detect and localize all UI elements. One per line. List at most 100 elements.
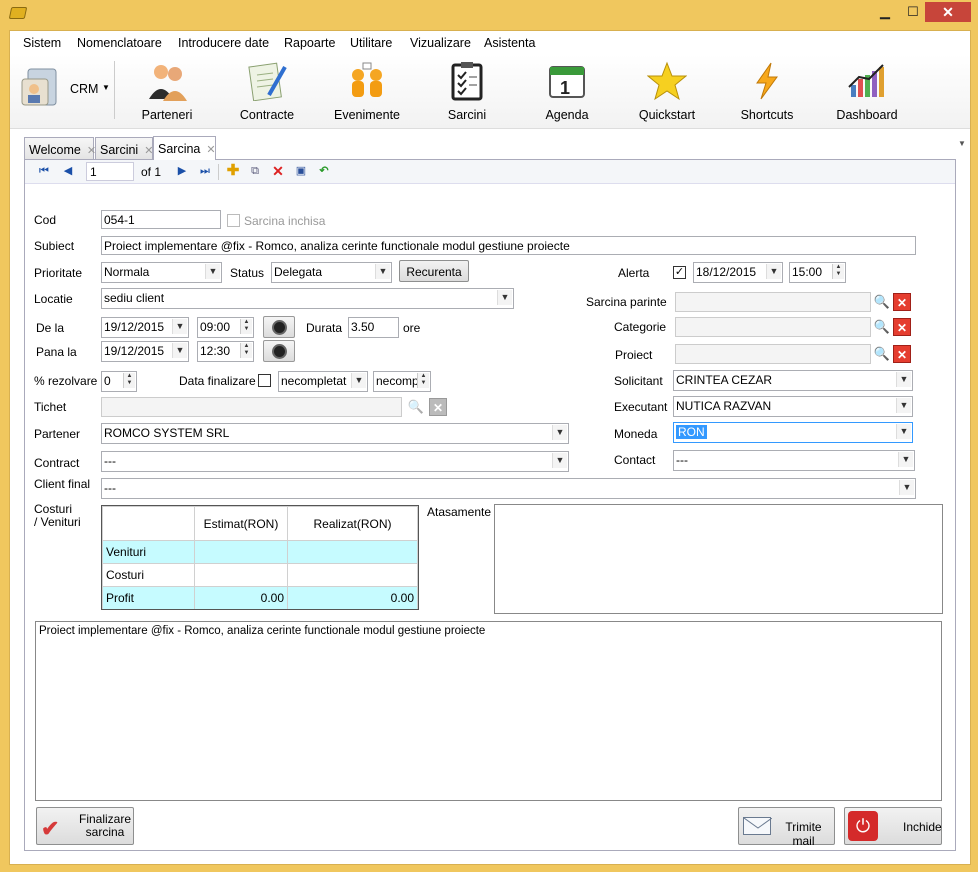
panala-date-input[interactable]: 19/12/2015 ▼	[101, 341, 189, 362]
prioritate-select[interactable]: Normala ▼	[101, 262, 222, 283]
clock-button[interactable]	[263, 316, 295, 338]
costs-table: Estimat(RON) Realizat(RON) Venituri Cost…	[102, 506, 418, 609]
toolbar-agenda-button[interactable]: 1 Agenda	[517, 55, 617, 127]
record-number-input[interactable]: 1	[86, 162, 134, 181]
menu-rapoarte[interactable]: Rapoarte	[284, 36, 335, 50]
add-icon[interactable]: ✚	[226, 163, 240, 178]
spinner-icon[interactable]: ▲ ▼	[417, 373, 429, 388]
search-icon[interactable]: 🔍	[407, 398, 425, 416]
alerta-date-input[interactable]: 18/12/2015 ▼	[693, 262, 783, 283]
menu-nomenclatoare[interactable]: Nomenclatoare	[77, 36, 162, 50]
search-icon[interactable]: 🔍	[873, 345, 891, 363]
tab-welcome[interactable]: Welcome ✕	[24, 137, 96, 159]
next-record-icon[interactable]: ▶	[175, 164, 189, 178]
spinner-icon[interactable]: ▲ ▼	[832, 264, 844, 279]
menu-introducere-date[interactable]: Introducere date	[178, 36, 269, 50]
prev-record-icon[interactable]: ◀	[61, 164, 75, 178]
table-row[interactable]: Profit 0.00 0.00	[102, 586, 418, 609]
table-row[interactable]: Venituri	[102, 540, 418, 564]
contact-select[interactable]: --- ▼	[673, 450, 915, 471]
menu-asistenta[interactable]: Asistenta	[484, 36, 535, 50]
chevron-down-icon: ▼	[896, 424, 911, 439]
toolbar-evenimente-button[interactable]: Evenimente	[317, 55, 417, 127]
toolbar-quickstart-button[interactable]: Quickstart	[617, 55, 717, 127]
tichet-input[interactable]	[101, 397, 402, 417]
spinner-icon[interactable]: ▲ ▼	[240, 343, 252, 358]
moneda-select[interactable]: RON ▼	[673, 422, 913, 443]
finalizare-checkbox[interactable]	[258, 374, 271, 387]
menu-vizualizare[interactable]: Vizualizare	[410, 36, 471, 50]
inchide-button[interactable]: ⏻ Inchide	[844, 807, 942, 845]
crm-icon	[20, 65, 66, 111]
close-window-button[interactable]: ✕	[925, 2, 971, 22]
undo-icon[interactable]: ↶	[317, 164, 331, 178]
panala-time-input[interactable]: 12:30 ▲ ▼	[197, 341, 254, 362]
table-cell[interactable]	[287, 563, 418, 587]
toolbar-sarcini-button[interactable]: Sarcini	[417, 55, 517, 127]
clear-icon[interactable]: ✕	[893, 293, 911, 311]
status-select[interactable]: Delegata ▼	[271, 262, 392, 283]
clock-button[interactable]	[263, 340, 295, 362]
solicitant-select[interactable]: CRINTEA CEZAR ▼	[673, 370, 913, 391]
finalizare-date-select[interactable]: necompletat ▼	[278, 371, 368, 392]
executant-select[interactable]: NUTICA RAZVAN ▼	[673, 396, 913, 417]
partener-select[interactable]: ROMCO SYSTEM SRL ▼	[101, 423, 569, 444]
trimite-mail-button[interactable]: Trimite mail	[738, 807, 835, 848]
toolbar-shortcuts-button[interactable]: Shortcuts	[717, 55, 817, 127]
durata-input[interactable]: 3.50	[348, 317, 399, 338]
tichet-label: Tichet	[34, 400, 67, 414]
table-cell[interactable]	[194, 563, 288, 587]
last-record-icon[interactable]: ⏭	[198, 164, 212, 178]
locatie-select[interactable]: sediu client ▼	[101, 288, 514, 309]
notes-textarea[interactable]: Proiect implementare @fix - Romco, anali…	[35, 621, 942, 801]
maximize-button[interactable]: ☐	[898, 2, 928, 22]
toolbar-overflow-icon[interactable]: ▼	[958, 139, 968, 149]
spinner-icon[interactable]: ▲ ▼	[123, 373, 135, 388]
contract-select[interactable]: --- ▼	[101, 451, 569, 472]
spinner-icon[interactable]: ▲ ▼	[240, 319, 252, 334]
table-row[interactable]: Costuri	[102, 563, 418, 587]
crm-dropdown[interactable]: CRM ▼	[18, 61, 110, 117]
sarcina-inchisa-checkbox[interactable]	[227, 214, 240, 227]
copy-icon[interactable]: ⧉	[248, 164, 262, 178]
cod-input[interactable]: 054-1	[101, 210, 221, 229]
finalizare-time-input[interactable]: necompl ▲ ▼	[373, 371, 431, 392]
tab-sarcina[interactable]: Sarcina ✕	[153, 136, 216, 160]
toolbar-dashboard-button[interactable]: Dashboard	[817, 55, 917, 127]
table-cell[interactable]	[287, 540, 418, 564]
tab-sarcini[interactable]: Sarcini ✕	[95, 137, 153, 159]
rezolvare-input[interactable]: 0 ▲ ▼	[101, 371, 137, 392]
save-icon[interactable]: ▣	[294, 164, 308, 178]
clear-icon[interactable]: ✕	[429, 398, 447, 416]
delete-icon[interactable]: ✕	[271, 164, 285, 178]
clear-icon[interactable]: ✕	[893, 318, 911, 336]
proiect-input[interactable]	[675, 344, 871, 364]
clear-icon[interactable]: ✕	[893, 345, 911, 363]
menu-sistem[interactable]: Sistem	[23, 36, 61, 50]
executant-value: NUTICA RAZVAN	[676, 399, 772, 413]
toolbar-parteneri-button[interactable]: Parteneri	[117, 55, 217, 127]
search-icon[interactable]: 🔍	[873, 293, 891, 311]
alerta-date-value: 18/12/2015	[696, 265, 757, 279]
costs-grid[interactable]: Estimat(RON) Realizat(RON) Venituri Cost…	[101, 505, 419, 610]
recurenta-button[interactable]: Recurenta	[399, 260, 469, 282]
subiect-input[interactable]: Proiect implementare @fix - Romco, anali…	[101, 236, 916, 255]
attachments-box[interactable]	[494, 504, 943, 614]
categorie-input[interactable]	[675, 317, 871, 337]
finalizare-sarcina-button[interactable]: ✔ Finalizare sarcina	[36, 807, 134, 845]
close-icon[interactable]: ✕	[206, 144, 215, 156]
toolbar-contracte-button[interactable]: Contracte	[217, 55, 317, 127]
alerta-time-input[interactable]: 15:00 ▲ ▼	[789, 262, 846, 283]
sarcina-parinte-input[interactable]	[675, 292, 871, 312]
search-icon[interactable]: 🔍	[873, 318, 891, 336]
app-window: ▁ ☐ ✕ Sistem Nomenclatoare Introducere d…	[0, 0, 978, 872]
dela-date-input[interactable]: 19/12/2015 ▼	[101, 317, 189, 338]
table-cell[interactable]	[194, 540, 288, 564]
alerta-checkbox[interactable]: ✓	[673, 266, 686, 279]
first-record-icon[interactable]: ⏮	[37, 164, 51, 178]
minimize-button[interactable]: ▁	[870, 2, 900, 22]
client-final-select[interactable]: --- ▼	[101, 478, 916, 499]
moneda-value: RON	[676, 425, 707, 439]
dela-time-input[interactable]: 09:00 ▲ ▼	[197, 317, 254, 338]
menu-utilitare[interactable]: Utilitare	[350, 36, 392, 50]
